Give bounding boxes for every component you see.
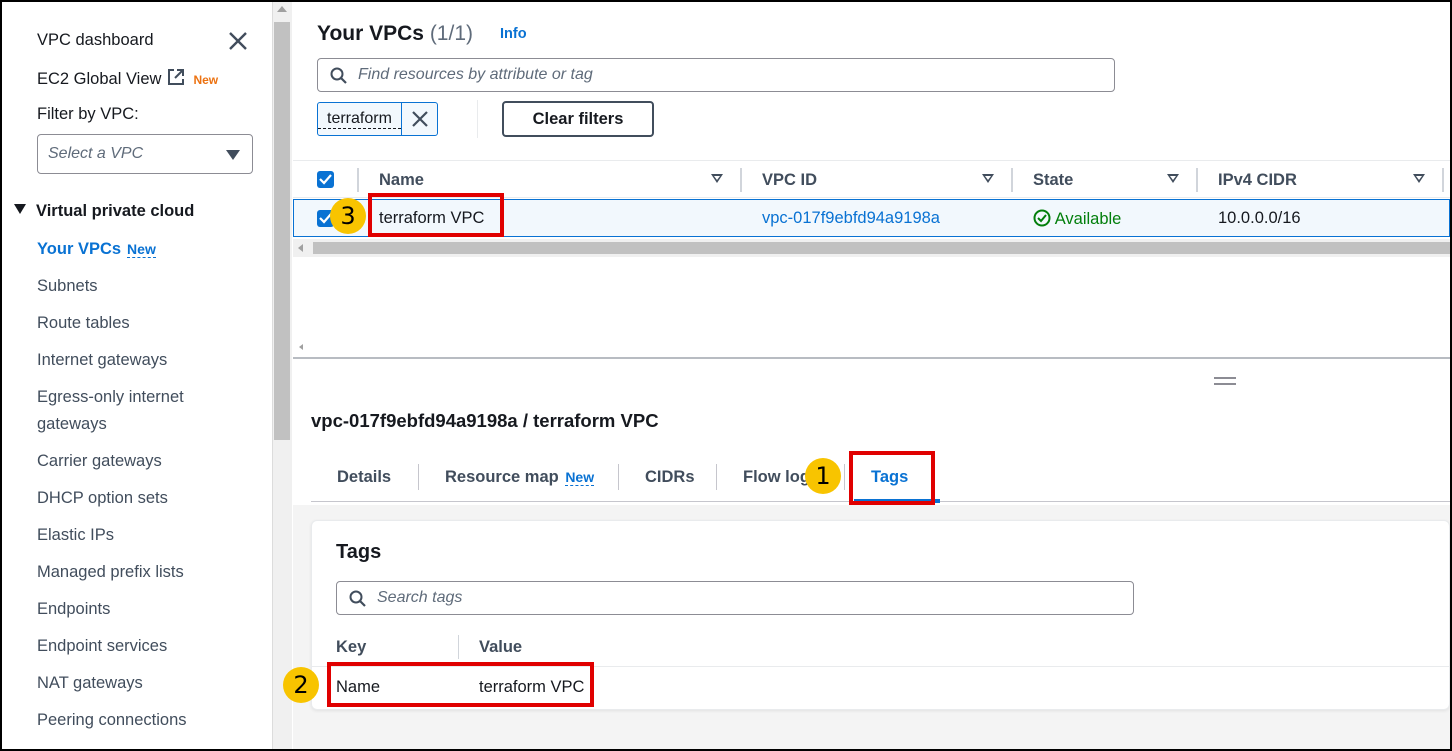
column-divider bbox=[740, 168, 742, 192]
tab-divider bbox=[418, 464, 419, 490]
sidebar-item-internet-gateways[interactable]: Internet gateways bbox=[37, 351, 167, 370]
annotation-highlight-tags-tab bbox=[849, 451, 935, 505]
column-divider bbox=[458, 635, 459, 659]
column-header-state[interactable]: State bbox=[1033, 171, 1073, 190]
sidebar-item-route-tables[interactable]: Route tables bbox=[37, 314, 130, 333]
close-icon bbox=[412, 111, 428, 127]
section-label: Virtual private cloud bbox=[36, 202, 195, 220]
tab-divider bbox=[716, 464, 717, 490]
column-header-value: Value bbox=[479, 638, 523, 656]
tab-cidrs[interactable]: CIDRs bbox=[645, 468, 695, 487]
new-badge: New bbox=[193, 73, 219, 87]
sidebar-item-ec2-global-view[interactable]: EC2 Global View New bbox=[37, 68, 218, 89]
column-divider bbox=[1011, 168, 1013, 192]
sidebar-item-label: EC2 Global View bbox=[37, 70, 162, 88]
tab-flow-logs[interactable]: Flow logs bbox=[743, 468, 813, 487]
toolbar-divider bbox=[477, 100, 478, 138]
sidebar-item-label: VPC dashboard bbox=[37, 31, 154, 49]
sort-icon[interactable] bbox=[982, 174, 994, 183]
column-header-ipv4-cidr[interactable]: IPv4 CIDR bbox=[1218, 171, 1297, 190]
tab-label: Resource map bbox=[445, 468, 559, 486]
clear-filters-button[interactable]: Clear filters bbox=[502, 101, 654, 137]
tags-heading: Tags bbox=[336, 541, 382, 563]
split-panel-divider[interactable] bbox=[293, 357, 1450, 359]
remove-filter-button[interactable] bbox=[400, 103, 437, 135]
sidebar-item-nat-gateways[interactable]: NAT gateways bbox=[37, 674, 143, 693]
search-icon bbox=[349, 590, 366, 607]
tags-search-input[interactable]: Search tags bbox=[336, 581, 1134, 615]
caret-down-icon bbox=[14, 204, 26, 214]
checkmark-icon bbox=[319, 174, 332, 185]
state-cell: Available bbox=[1033, 209, 1121, 229]
column-divider bbox=[357, 168, 359, 192]
annotation-badge-2: 2 bbox=[283, 667, 319, 703]
main-content: Your VPCs (1/1) Info Find resources by a… bbox=[293, 2, 1450, 749]
filter-token-label[interactable]: terraform bbox=[318, 103, 401, 129]
new-badge: New bbox=[565, 469, 595, 486]
column-divider bbox=[1196, 168, 1198, 192]
sidebar-scrollbar-thumb[interactable] bbox=[274, 22, 290, 440]
select-all-checkbox[interactable] bbox=[317, 171, 334, 188]
column-divider bbox=[1442, 168, 1444, 192]
vpc-select[interactable]: Select a VPC bbox=[37, 134, 253, 174]
sidebar-item-endpoint-services[interactable]: Endpoint services bbox=[37, 637, 167, 656]
sidebar-item-peering-connections[interactable]: Peering connections bbox=[37, 711, 187, 730]
sidebar-item-label: Your VPCs bbox=[37, 240, 122, 258]
state-text: Available bbox=[1054, 210, 1122, 228]
sort-icon[interactable] bbox=[711, 174, 723, 183]
vpc-search-input[interactable]: Find resources by attribute or tag bbox=[317, 58, 1115, 92]
scroll-left-arrow-icon[interactable] bbox=[299, 344, 303, 350]
vpc-select-placeholder: Select a VPC bbox=[48, 145, 144, 162]
sidebar-item-carrier-gateways[interactable]: Carrier gateways bbox=[37, 452, 162, 471]
page-title: Your VPCs (1/1) bbox=[317, 22, 473, 46]
sidebar-nav: VPC dashboard EC2 Global View New Filter … bbox=[2, 2, 272, 749]
filter-by-vpc-label: Filter by VPC: bbox=[37, 105, 139, 123]
sidebar-item-your-vpcs[interactable]: Your VPCs New bbox=[37, 240, 156, 259]
sidebar-item-vpc-dashboard[interactable]: VPC dashboard bbox=[37, 31, 154, 50]
sidebar-item-elastic-ips[interactable]: Elastic IPs bbox=[37, 526, 114, 545]
external-link-icon bbox=[168, 69, 185, 85]
sidebar-item-dhcp-option-sets[interactable]: DHCP option sets bbox=[37, 489, 168, 508]
sidebar-item-egress-only-gateways-line2[interactable]: gateways bbox=[37, 415, 107, 434]
column-header-name[interactable]: Name bbox=[379, 171, 424, 190]
sidebar-item-egress-only-gateways[interactable]: Egress-only internet bbox=[37, 388, 184, 407]
ipv4-cidr-cell: 10.0.0.0/16 bbox=[1218, 209, 1301, 227]
filter-token: terraform bbox=[317, 102, 438, 136]
table-scrollbar-thumb[interactable] bbox=[313, 242, 1450, 254]
tags-search-placeholder: Search tags bbox=[377, 589, 463, 606]
close-icon[interactable] bbox=[227, 30, 249, 52]
detail-panel-title: vpc-017f9ebfd94a9198a / terraform VPC bbox=[311, 410, 659, 431]
vpc-count: (1/1) bbox=[429, 22, 473, 45]
drag-handle-icon[interactable] bbox=[1214, 377, 1236, 379]
annotation-highlight-vpc-name bbox=[368, 193, 504, 237]
tab-divider bbox=[618, 464, 619, 490]
annotation-badge-1: 1 bbox=[805, 458, 841, 494]
tab-resource-map[interactable]: Resource map New bbox=[445, 468, 595, 487]
sidebar-item-endpoints[interactable]: Endpoints bbox=[37, 600, 110, 619]
sort-icon[interactable] bbox=[1413, 174, 1425, 183]
sidebar-item-managed-prefix-lists[interactable]: Managed prefix lists bbox=[37, 563, 184, 582]
search-placeholder: Find resources by attribute or tag bbox=[358, 66, 593, 83]
sort-icon[interactable] bbox=[1167, 174, 1179, 183]
annotation-highlight-tag-row bbox=[327, 662, 594, 707]
caret-down-icon bbox=[226, 150, 240, 160]
info-link[interactable]: Info bbox=[500, 26, 527, 42]
new-badge: New bbox=[127, 241, 156, 258]
drag-handle-icon[interactable] bbox=[1214, 383, 1236, 385]
vpc-id-link[interactable]: vpc-017f9ebfd94a9198a bbox=[762, 209, 940, 228]
scroll-left-arrow-icon[interactable] bbox=[298, 244, 303, 252]
tab-divider bbox=[844, 464, 845, 490]
tab-details[interactable]: Details bbox=[337, 468, 391, 487]
column-header-vpc-id[interactable]: VPC ID bbox=[762, 171, 817, 190]
search-icon bbox=[330, 67, 347, 84]
column-header-key: Key bbox=[336, 638, 367, 656]
sidebar-item-subnets[interactable]: Subnets bbox=[37, 277, 98, 296]
annotation-badge-3: 3 bbox=[330, 198, 366, 234]
scroll-up-arrow-icon[interactable] bbox=[277, 6, 287, 12]
page-title-text: Your VPCs bbox=[317, 22, 424, 45]
status-available-icon bbox=[1033, 209, 1051, 227]
sidebar-section-virtual-private-cloud[interactable]: Virtual private cloud bbox=[14, 202, 194, 221]
